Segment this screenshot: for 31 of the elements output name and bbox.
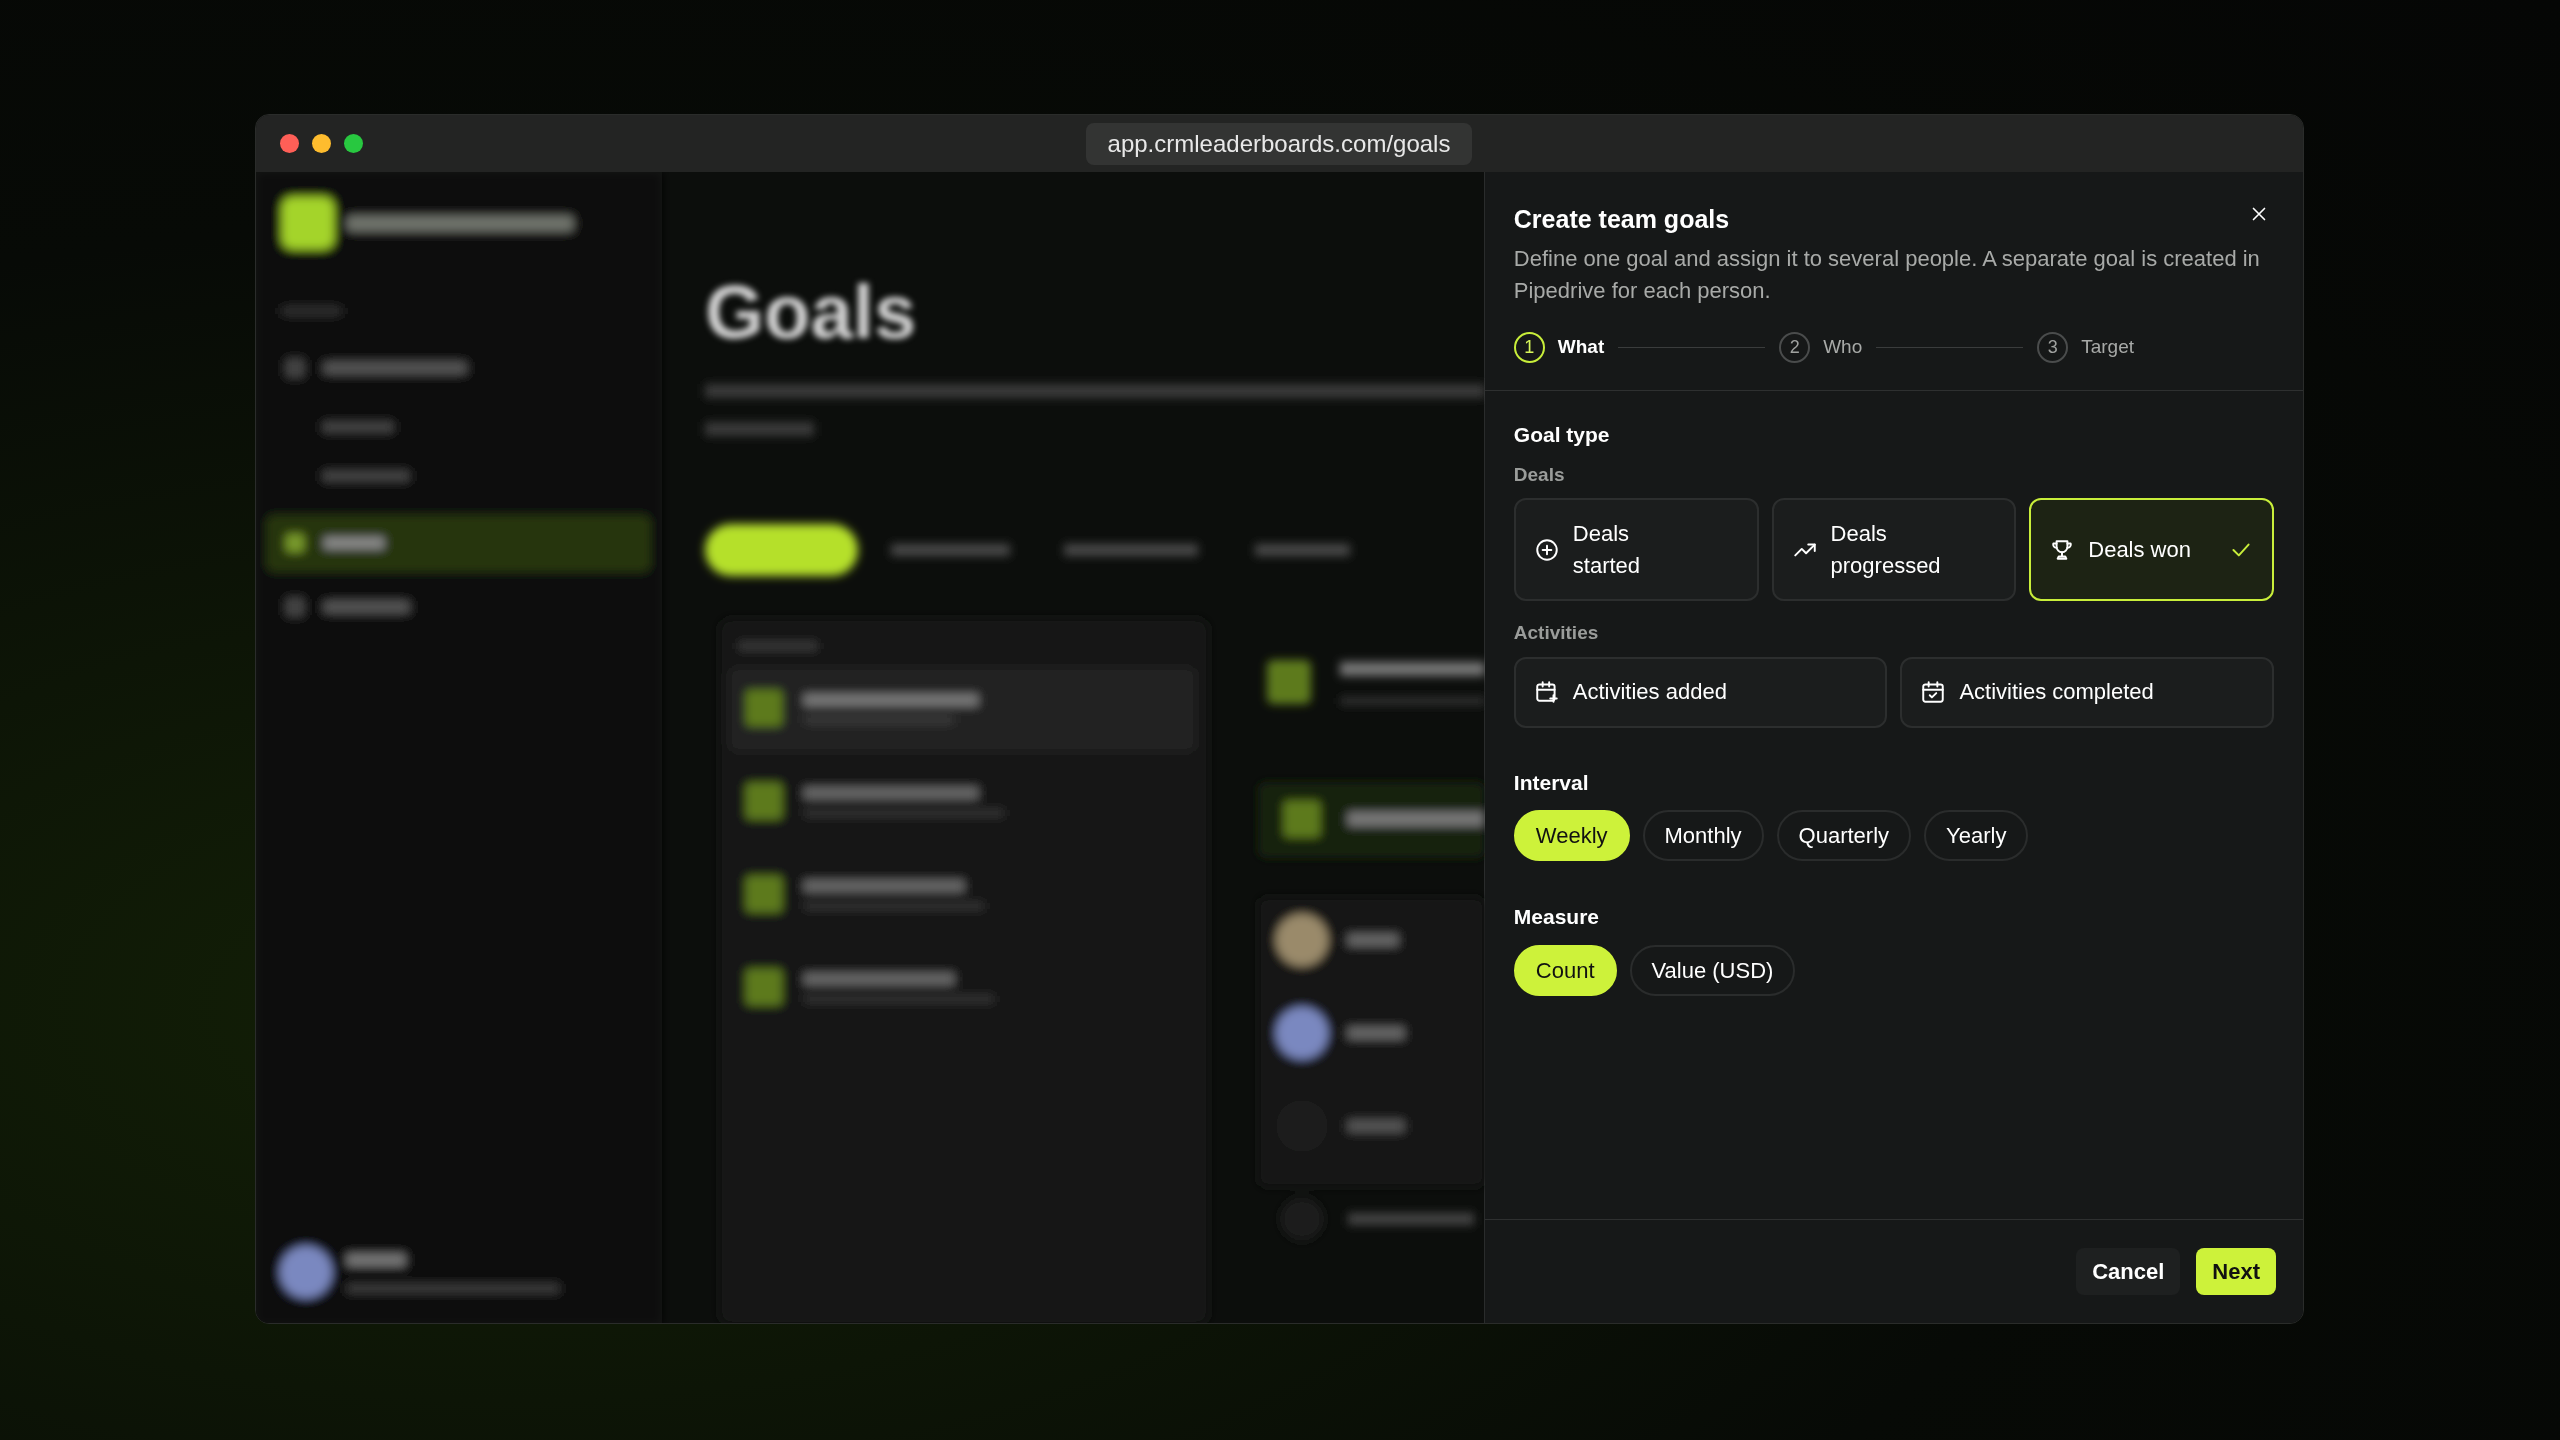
page-title: Goals bbox=[705, 274, 917, 350]
calendar-check-icon bbox=[1920, 679, 1947, 705]
section-heading: Interval bbox=[1513, 769, 1590, 796]
goal-type-option[interactable]: Deals started bbox=[1513, 498, 1759, 601]
option-pill[interactable]: Weekly bbox=[1513, 810, 1630, 861]
close-window-button[interactable] bbox=[280, 134, 299, 153]
option-pill[interactable]: Quarterly bbox=[1776, 810, 1912, 861]
option-pill[interactable]: Count bbox=[1513, 944, 1617, 996]
address-bar[interactable]: app.crmleaderboards.com/goals bbox=[1085, 122, 1473, 165]
zoom-window-button[interactable] bbox=[344, 134, 363, 153]
group-label: Activities bbox=[1513, 621, 1600, 645]
option-pill[interactable]: Value (USD) bbox=[1629, 944, 1796, 996]
section-heading: Measure bbox=[1513, 904, 1600, 930]
plus-circle-icon bbox=[1533, 536, 1560, 563]
option-pill[interactable]: Yearly bbox=[1924, 810, 2029, 861]
dialog-description: Define one goal and assign it to several people. A separate goal is created in Pipedrive for each person. bbox=[1513, 245, 2261, 305]
calendar-plus-icon bbox=[1533, 679, 1560, 705]
next-button[interactable]: Next bbox=[2196, 1248, 2276, 1295]
step-item[interactable]: 1 What bbox=[1513, 332, 1605, 363]
group-label: Deals bbox=[1513, 462, 1566, 487]
section-heading: Goal type bbox=[1513, 422, 1611, 448]
step-item[interactable]: 2 Who bbox=[1779, 332, 1863, 363]
goal-type-option[interactable]: Activities completed bbox=[1900, 656, 2274, 728]
goal-type-option[interactable]: Deals won bbox=[2029, 498, 2274, 601]
cancel-button[interactable]: Cancel bbox=[2076, 1248, 2181, 1295]
goal-type-option[interactable]: Activities added bbox=[1513, 656, 1888, 728]
option-pill[interactable]: Monthly bbox=[1642, 810, 1764, 861]
dialog-title: Create team goals bbox=[1513, 204, 1730, 235]
goal-type-option[interactable]: Deals progressed bbox=[1771, 498, 2017, 601]
step-item[interactable]: 3 Target bbox=[2037, 332, 2134, 363]
minimize-window-button[interactable] bbox=[312, 134, 331, 153]
